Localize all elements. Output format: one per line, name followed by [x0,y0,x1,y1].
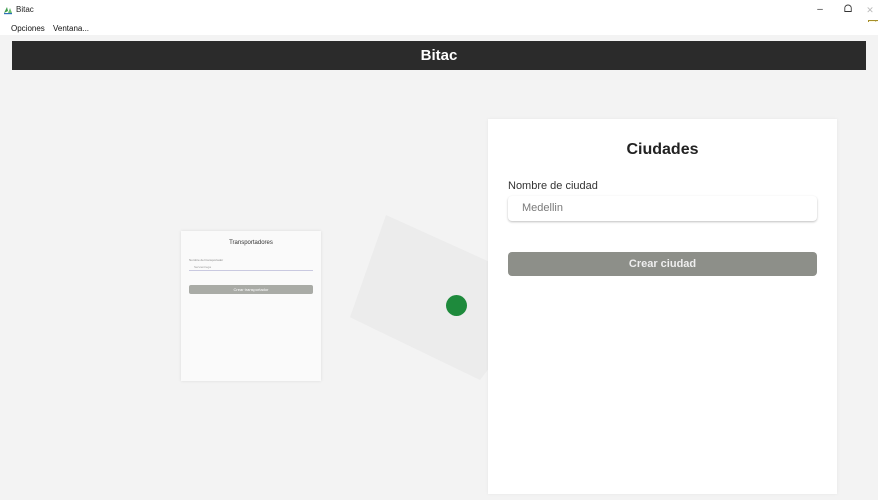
status-dot [446,295,467,316]
menu-opciones[interactable]: Opciones [11,24,45,33]
close-button[interactable]: ✕ [862,2,878,18]
create-ciudad-button[interactable]: Crear ciudad [508,252,817,276]
transportador-name-label: Nombre del transportador [189,258,224,262]
window-title: Bitac [16,5,34,14]
create-transportador-button[interactable]: Crear transportador [189,285,313,294]
transportadores-title: Transportadores [229,240,273,246]
ciudades-card: Ciudades Nombre de ciudad Medellin Crear… [488,119,837,494]
app-header-title: Bitac [420,47,458,64]
app-header: Bitac [12,41,866,70]
menu-bar: Opciones Ventana... [0,22,878,35]
transportadores-card: Transportadores Nombre del transportador… [181,231,321,381]
ciudades-title: Ciudades [626,141,699,158]
app-icon [4,7,12,15]
menu-ventana[interactable]: Ventana... [53,24,89,33]
window-titlebar: Bitac – ᗝ ✕ [0,0,878,22]
transportador-name-input[interactable]: Servientrega [189,263,313,271]
minimize-button[interactable]: – [808,2,832,18]
maximize-button[interactable]: ᗝ [836,2,860,18]
ciudad-name-input[interactable]: Medellin [508,196,817,221]
ciudad-name-label: Nombre de ciudad [508,180,598,192]
